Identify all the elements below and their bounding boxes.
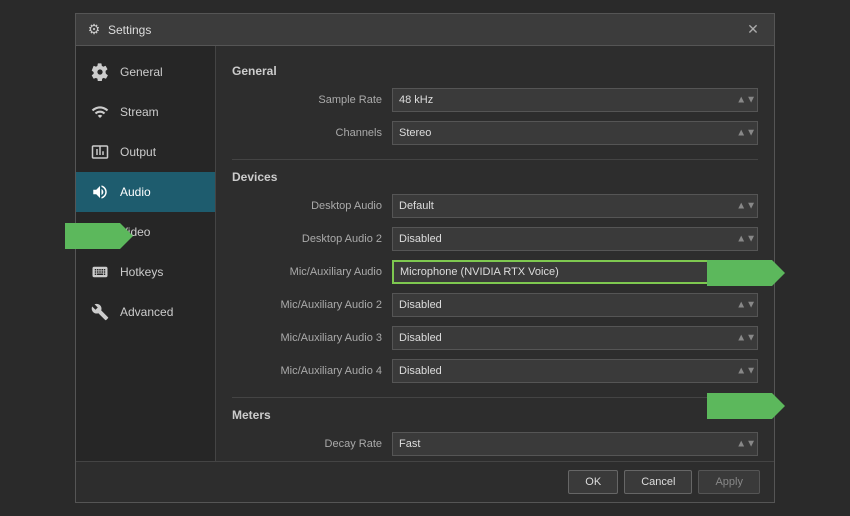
- sidebar-item-audio[interactable]: Audio: [76, 172, 215, 212]
- gear-icon: [90, 62, 110, 82]
- stream-icon: [90, 102, 110, 122]
- sidebar-label-general: General: [120, 65, 163, 79]
- label-mic-audio4: Mic/Auxiliary Audio 4: [232, 365, 392, 377]
- label-decay-rate: Decay Rate: [232, 438, 392, 450]
- select-decay-wrapper: Fast Medium Slow ▲▼: [392, 432, 758, 456]
- select-mic-audio[interactable]: Microphone (NVIDIA RTX Voice): [392, 260, 758, 284]
- label-mic-audio2: Mic/Auxiliary Audio 2: [232, 299, 392, 311]
- section-general: General Sample Rate 48 kHz 44.1 kHz ▲▼: [232, 64, 758, 147]
- form-row-channels: Channels Stereo Mono ▲▼: [232, 119, 758, 147]
- select-desktop-audio2[interactable]: Disabled: [392, 227, 758, 251]
- sidebar-label-advanced: Advanced: [120, 305, 173, 319]
- label-desktop-audio2: Desktop Audio 2: [232, 233, 392, 245]
- sidebar-label-stream: Stream: [120, 105, 159, 119]
- select-mic-audio4-wrapper: Disabled ▲▼: [392, 359, 758, 383]
- select-samplerate[interactable]: 48 kHz 44.1 kHz: [392, 88, 758, 112]
- dialog-icon: ⚙: [86, 22, 102, 38]
- select-desktop-audio2-wrapper: Disabled ▲▼: [392, 227, 758, 251]
- sidebar-arrow: [65, 223, 120, 249]
- settings-dialog: ⚙ Settings ✕ General Stream: [75, 13, 775, 503]
- ok-button[interactable]: OK: [568, 470, 618, 494]
- section-header-devices: Devices: [232, 170, 758, 184]
- select-decay-rate[interactable]: Fast Medium Slow: [392, 432, 758, 456]
- form-row-mic-audio3: Mic/Auxiliary Audio 3 Disabled ▲▼: [232, 324, 758, 352]
- advanced-icon: [90, 302, 110, 322]
- label-samplerate: Sample Rate: [232, 94, 392, 106]
- section-header-general: General: [232, 64, 758, 78]
- cancel-button[interactable]: Cancel: [624, 470, 692, 494]
- form-row-mic-audio2: Mic/Auxiliary Audio 2 Disabled ▲▼: [232, 291, 758, 319]
- output-icon: [90, 142, 110, 162]
- select-channels[interactable]: Stereo Mono: [392, 121, 758, 145]
- form-row-desktop-audio2: Desktop Audio 2 Disabled ▲▼: [232, 225, 758, 253]
- audio-icon: [90, 182, 110, 202]
- section-header-meters: Meters: [232, 408, 758, 422]
- select-desktop-audio-wrapper: Default ▲▼: [392, 194, 758, 218]
- select-mic-audio-wrapper: Microphone (NVIDIA RTX Voice) ▲▼: [392, 260, 758, 284]
- select-samplerate-wrapper: 48 kHz 44.1 kHz ▲▼: [392, 88, 758, 112]
- main-content: General Sample Rate 48 kHz 44.1 kHz ▲▼: [216, 46, 774, 461]
- title-bar: ⚙ Settings ✕: [76, 14, 774, 46]
- label-desktop-audio: Desktop Audio: [232, 200, 392, 212]
- form-row-mic-audio: Mic/Auxiliary Audio Microphone (NVIDIA R…: [232, 258, 758, 286]
- sidebar-item-output[interactable]: Output: [76, 132, 215, 172]
- dialog-footer: OK Cancel Apply: [76, 461, 774, 502]
- label-channels: Channels: [232, 127, 392, 139]
- sidebar-label-output: Output: [120, 145, 156, 159]
- sidebar-label-audio: Audio: [120, 185, 151, 199]
- select-mic-audio4[interactable]: Disabled: [392, 359, 758, 383]
- select-mic-audio3[interactable]: Disabled: [392, 326, 758, 350]
- hotkeys-icon: [90, 262, 110, 282]
- form-row-desktop-audio: Desktop Audio Default ▲▼: [232, 192, 758, 220]
- select-mic-audio3-wrapper: Disabled ▲▼: [392, 326, 758, 350]
- dialog-title: Settings: [108, 23, 742, 37]
- label-mic-audio3: Mic/Auxiliary Audio 3: [232, 332, 392, 344]
- sidebar: General Stream Output: [76, 46, 216, 461]
- select-mic-audio2-wrapper: Disabled ▲▼: [392, 293, 758, 317]
- section-devices: Devices Desktop Audio Default ▲▼ Desktop…: [232, 170, 758, 385]
- form-row-mic-audio4: Mic/Auxiliary Audio 4 Disabled ▲▼: [232, 357, 758, 385]
- form-row-samplerate: Sample Rate 48 kHz 44.1 kHz ▲▼: [232, 86, 758, 114]
- sidebar-item-stream[interactable]: Stream: [76, 92, 215, 132]
- sidebar-item-general[interactable]: General: [76, 52, 215, 92]
- dialog-body: General Stream Output: [76, 46, 774, 461]
- sidebar-label-hotkeys: Hotkeys: [120, 265, 163, 279]
- section-meters: Meters Decay Rate Fast Medium Slow ▲▼: [232, 408, 758, 461]
- sidebar-item-hotkeys[interactable]: Hotkeys: [76, 252, 215, 292]
- select-desktop-audio[interactable]: Default: [392, 194, 758, 218]
- apply-button[interactable]: Apply: [698, 470, 760, 494]
- label-mic-audio: Mic/Auxiliary Audio: [232, 266, 392, 278]
- mic-audio-arrow: [707, 260, 772, 286]
- sidebar-item-advanced[interactable]: Advanced: [76, 292, 215, 332]
- monitoring-device-arrow: [707, 393, 772, 419]
- form-row-decay-rate: Decay Rate Fast Medium Slow ▲▼: [232, 430, 758, 458]
- close-button[interactable]: ✕: [742, 19, 764, 41]
- select-channels-wrapper: Stereo Mono ▲▼: [392, 121, 758, 145]
- select-mic-audio2[interactable]: Disabled: [392, 293, 758, 317]
